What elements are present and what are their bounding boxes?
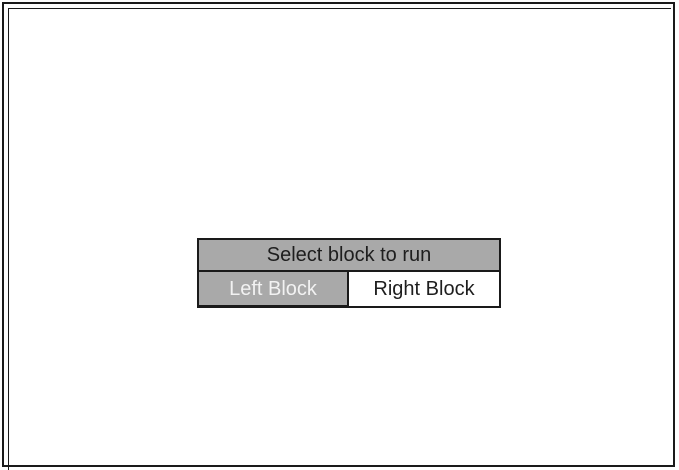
dialog-title: Select block to run: [197, 238, 501, 272]
right-block-button[interactable]: Right Block: [347, 270, 501, 308]
block-select-dialog: Select block to run Left Block Right Blo…: [197, 238, 501, 308]
left-block-button[interactable]: Left Block: [197, 270, 349, 308]
